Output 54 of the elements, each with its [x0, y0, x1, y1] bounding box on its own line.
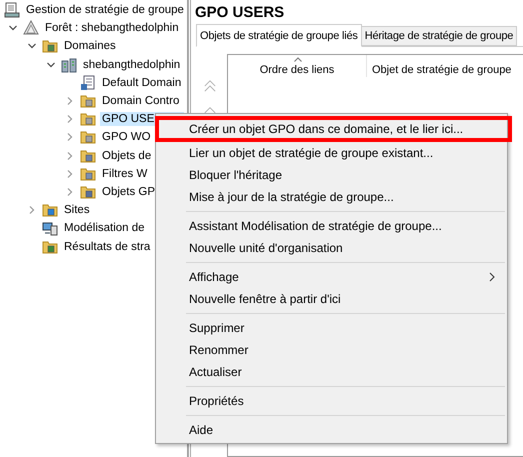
- collapsed-chevron-icon[interactable]: [65, 114, 75, 124]
- tree-item[interactable]: Default Domain: [100, 76, 184, 90]
- menu-item[interactable]: Supprimer: [156, 317, 507, 339]
- tree-item[interactable]: Domaines: [62, 39, 118, 54]
- tree-item[interactable]: Sites: [62, 203, 92, 218]
- collapsed-chevron-icon[interactable]: [65, 186, 75, 197]
- menu-item[interactable]: Actualiser: [156, 361, 507, 383]
- tree-item[interactable]: Résultats de stra: [62, 240, 152, 254]
- column-header[interactable]: Objet de stratégie de groupe: [367, 55, 512, 77]
- tree-item[interactable]: Filtres W: [100, 166, 150, 181]
- tree-item[interactable]: Modélisation de: [62, 221, 147, 236]
- tree-item[interactable]: Domain Contro: [100, 94, 182, 108]
- menu-item[interactable]: Propriétés: [156, 390, 507, 412]
- server-icon: [61, 56, 77, 73]
- tree-item[interactable]: shebangthedolphin: [81, 58, 182, 72]
- menu-item[interactable]: Assistant Modélisation de stratégie de groupe...: [156, 215, 507, 237]
- sort-icon: [294, 57, 302, 62]
- column-header[interactable]: Ordre des liens: [228, 55, 367, 77]
- folder-icon: [42, 238, 58, 255]
- pane-title: GPO USERS: [194, 3, 286, 23]
- tree-item[interactable]: Objets de: [100, 148, 154, 163]
- folder-icon: [80, 166, 96, 182]
- menu-item[interactable]: Mise à jour de la stratégie de groupe...: [156, 186, 507, 208]
- menu-item[interactable]: Renommer: [156, 339, 507, 361]
- menu-item[interactable]: Aide: [156, 419, 507, 441]
- folder-icon: [80, 148, 96, 164]
- menu-item[interactable]: Créer un objet GPO dans ce domaine, et le lier ici...: [155, 116, 512, 142]
- collapsed-chevron-icon[interactable]: [65, 96, 75, 106]
- folder-icon: [80, 129, 96, 146]
- tab[interactable]: Héritage de stratégie de groupe: [360, 26, 518, 46]
- menu-item[interactable]: Nouvelle fenêtre à partir d'ici: [156, 288, 507, 310]
- folder-icon: [80, 184, 96, 200]
- collapsed-chevron-icon[interactable]: [65, 150, 75, 161]
- collapsed-chevron-icon[interactable]: [65, 168, 75, 179]
- tree-item[interactable]: GPO WO: [100, 130, 153, 144]
- folder-icon: [80, 93, 96, 110]
- menu-item[interactable]: Lier un objet de stratégie de groupe existant...: [156, 142, 507, 164]
- menu-item[interactable]: Nouvelle unité d'organisation: [156, 237, 507, 259]
- collapsed-chevron-icon[interactable]: [65, 132, 75, 142]
- move-top-icon[interactable]: [204, 80, 216, 92]
- folder-icon: [42, 202, 58, 218]
- menu-item[interactable]: Affichage: [156, 266, 507, 288]
- document-icon: [80, 74, 96, 91]
- tree-item[interactable]: Forêt : shebangthedolphin: [43, 21, 181, 36]
- computer-icon: [42, 220, 58, 236]
- folder-icon: [80, 111, 96, 128]
- tree-item[interactable]: Objets GP: [100, 184, 158, 199]
- expanded-chevron-icon[interactable]: [46, 60, 56, 70]
- menu-item[interactable]: Bloquer l'héritage: [156, 164, 507, 186]
- folder-icon: [42, 38, 58, 54]
- triangle-icon: [23, 20, 39, 36]
- collapsed-chevron-icon[interactable]: [27, 205, 37, 216]
- tab[interactable]: Objets de stratégie de groupe liés: [196, 24, 362, 47]
- tree-item[interactable]: Gestion de stratégie de groupe: [24, 3, 186, 18]
